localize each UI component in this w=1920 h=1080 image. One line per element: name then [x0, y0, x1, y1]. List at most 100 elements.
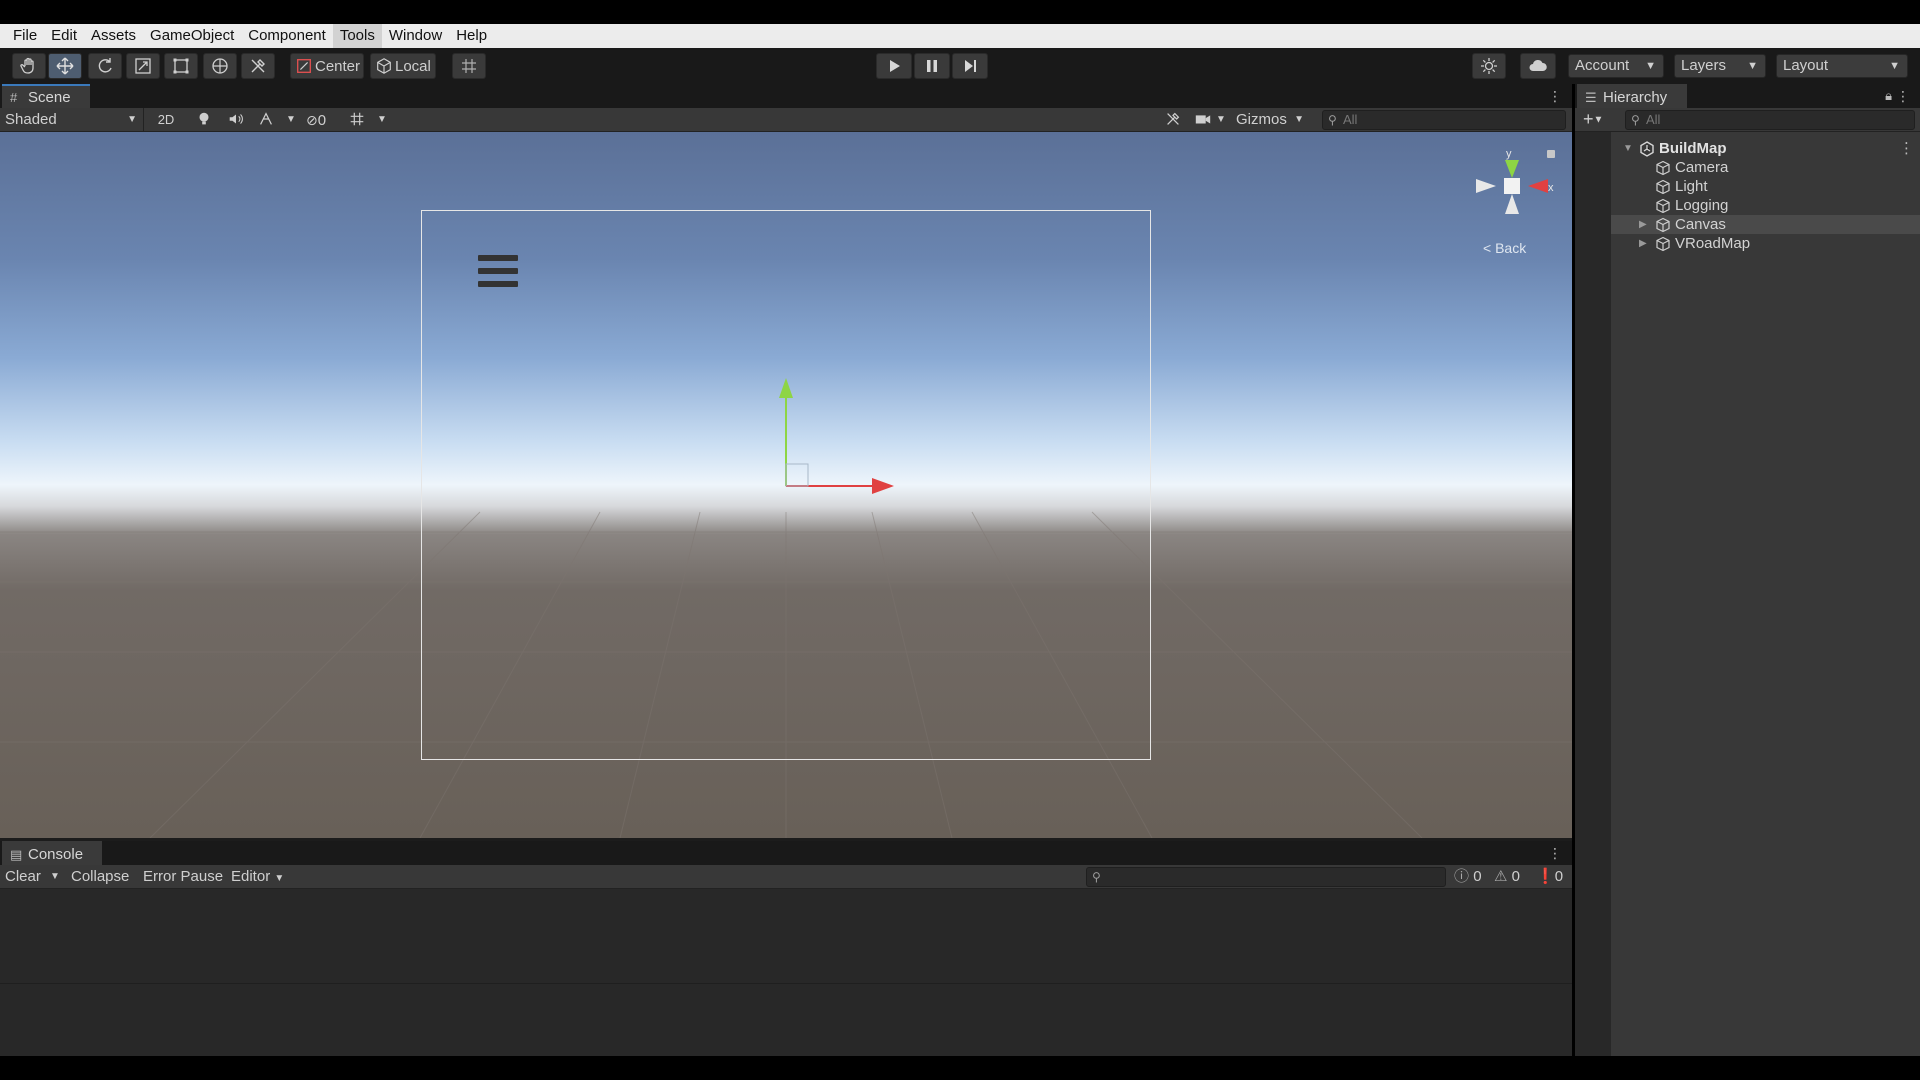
pivot-center-toggle[interactable]: Center — [290, 53, 364, 79]
hierarchy-item-label: Camera — [1675, 159, 1729, 176]
editor-dropdown[interactable]: Editor ▼ — [231, 865, 284, 889]
tab-hierarchy[interactable]: ☰ Hierarchy — [1577, 84, 1687, 108]
lighting-toggle-icon[interactable] — [194, 110, 214, 130]
console-icon: ▤ — [10, 847, 23, 862]
info-filter-toggle[interactable]: ⓘ 0 — [1454, 865, 1482, 889]
gameobject-cube-icon — [1656, 236, 1670, 252]
transform-tool-button[interactable] — [203, 53, 237, 79]
move-tool-icon — [56, 57, 74, 75]
effects-toggle-icon[interactable] — [256, 110, 276, 130]
collapse-toggle[interactable]: Collapse — [71, 865, 129, 889]
grid-toggle-icon[interactable] — [347, 110, 367, 130]
chevron-down-icon[interactable]: ▼ — [1216, 108, 1226, 132]
chevron-down-icon: ▼ — [1593, 114, 1604, 126]
scale-tool-button[interactable] — [126, 53, 160, 79]
menu-edit[interactable]: Edit — [44, 24, 84, 48]
menu-tools[interactable]: Tools — [332, 24, 382, 48]
hierarchy-item-logging[interactable]: Logging — [1611, 196, 1920, 215]
warning-filter-toggle[interactable]: ⚠ 0 — [1494, 865, 1520, 889]
layers-dropdown[interactable]: Layers ▼ — [1674, 54, 1766, 78]
scene-viewport[interactable]: y x < Back — [0, 132, 1572, 838]
more-options-icon[interactable]: ⋮ — [1896, 88, 1910, 105]
search-icon: ⚲ — [1328, 113, 1337, 127]
axis-x-label: x — [1548, 182, 1554, 194]
lock-icon[interactable]: 🔒︎ — [1885, 88, 1892, 104]
tab-scene[interactable]: # Scene — [2, 84, 90, 108]
add-object-button[interactable]: +▼ — [1583, 108, 1603, 132]
shading-mode-dropdown[interactable]: Shaded ▼ — [0, 108, 144, 132]
chevron-down-icon[interactable]: ▼ — [50, 865, 60, 889]
more-options-icon[interactable]: ⋮ — [1899, 139, 1914, 158]
orientation-gizmo[interactable]: y x — [0, 132, 1572, 838]
account-dropdown[interactable]: Account ▼ — [1568, 54, 1664, 78]
search-icon: ⚲ — [1092, 870, 1101, 884]
scene-search-input[interactable]: ⚲ All — [1322, 110, 1566, 130]
menu-file[interactable]: File — [6, 24, 44, 48]
menu-window[interactable]: Window — [382, 24, 449, 48]
chevron-down-icon[interactable]: ▼ — [286, 108, 296, 132]
rotate-tool-button[interactable] — [88, 53, 122, 79]
hierarchy-item-camera[interactable]: Camera — [1611, 158, 1920, 177]
menu-assets[interactable]: Assets — [84, 24, 143, 48]
hand-tool-icon — [20, 57, 34, 74]
tools-overlay-icon[interactable] — [1163, 110, 1183, 130]
menu-component[interactable]: Component — [241, 24, 333, 48]
error-pause-toggle[interactable]: Error Pause — [143, 865, 223, 889]
layout-dropdown[interactable]: Layout ▼ — [1776, 54, 1908, 78]
collapse-label: Collapse — [71, 868, 130, 885]
scene-root-row[interactable]: ▼ BuildMap ⋮ — [1611, 139, 1920, 158]
audio-toggle-icon[interactable] — [226, 110, 246, 130]
expand-arrow-icon[interactable]: ▶ — [1639, 234, 1647, 253]
chevron-down-icon: ▼ — [127, 114, 137, 125]
console-toolbar: Clear ▼ Collapse Error Pause Editor ▼ ⚲ … — [0, 865, 1572, 889]
expand-arrow-icon[interactable]: ▶ — [1639, 215, 1647, 234]
scene-toolbar: Shaded ▼ 2D ▼ ⊘0 ▼ ▼ Gizmos ▼ ⚲ All — [0, 108, 1572, 132]
cloud-button[interactable] — [1520, 53, 1556, 79]
error-count: 0 — [1554, 868, 1564, 885]
menu-help[interactable]: Help — [449, 24, 494, 48]
hierarchy-item-canvas[interactable]: ▶ Canvas — [1611, 215, 1920, 234]
axis-y-label: y — [1506, 148, 1512, 160]
more-options-icon[interactable]: ⋮ — [1548, 88, 1562, 105]
hidden-objects-toggle[interactable]: ⊘0 — [306, 108, 340, 132]
error-icon: ❗ — [1536, 868, 1555, 885]
pivot-space-toggle[interactable]: Local — [370, 53, 436, 79]
hierarchy-panel: ☰ Hierarchy 🔒︎ ⋮ +▼ ⚲ All ▼ BuildMap ⋮ Ca… — [1575, 84, 1920, 1056]
grid-snap-button[interactable] — [452, 53, 486, 79]
console-divider — [0, 983, 1572, 984]
rect-tool-button[interactable] — [164, 53, 198, 79]
grid-snap-icon — [462, 59, 476, 73]
chevron-down-icon[interactable]: ▼ — [377, 108, 387, 132]
hand-tool-button[interactable] — [12, 53, 46, 79]
scene-search-placeholder: All — [1343, 112, 1358, 127]
hierarchy-item-label: Logging — [1675, 197, 1729, 214]
info-count: 0 — [1473, 868, 1482, 885]
more-options-icon[interactable]: ⋮ — [1548, 845, 1562, 862]
menu-gameobject[interactable]: GameObject — [143, 24, 241, 48]
services-button[interactable] — [1472, 53, 1506, 79]
play-button[interactable] — [876, 53, 912, 79]
custom-tool-button[interactable] — [241, 53, 275, 79]
clear-button[interactable]: Clear — [5, 865, 41, 889]
hierarchy-item-vroadmap[interactable]: ▶ VRoadMap — [1611, 234, 1920, 253]
tab-console[interactable]: ▤ Console — [2, 841, 102, 865]
2d-mode-toggle[interactable]: 2D — [154, 108, 178, 132]
chevron-down-icon: ▼ — [1294, 114, 1304, 125]
layers-label: Layers — [1681, 57, 1727, 74]
hierarchy-item-light[interactable]: Light — [1611, 177, 1920, 196]
expand-arrow-icon[interactable]: ▼ — [1623, 139, 1633, 158]
hierarchy-search-input[interactable]: ⚲ All — [1625, 110, 1915, 130]
menu-bar: File Edit Assets GameObject Component To… — [0, 24, 1920, 48]
move-tool-button[interactable] — [48, 53, 82, 79]
camera-settings-icon[interactable] — [1193, 110, 1213, 130]
gizmos-dropdown[interactable]: Gizmos ▼ — [1232, 108, 1312, 132]
chevron-down-icon: ▼ — [1889, 60, 1900, 72]
cloud-icon — [1529, 59, 1547, 71]
console-search-input[interactable]: ⚲ — [1086, 867, 1446, 887]
search-icon: ⚲ — [1631, 113, 1640, 127]
2d-mode-label: 2D — [157, 112, 175, 127]
error-filter-toggle[interactable]: ❗0 — [1536, 865, 1563, 889]
scale-tool-icon — [135, 58, 151, 74]
step-button[interactable] — [952, 53, 988, 79]
pause-button[interactable] — [914, 53, 950, 79]
